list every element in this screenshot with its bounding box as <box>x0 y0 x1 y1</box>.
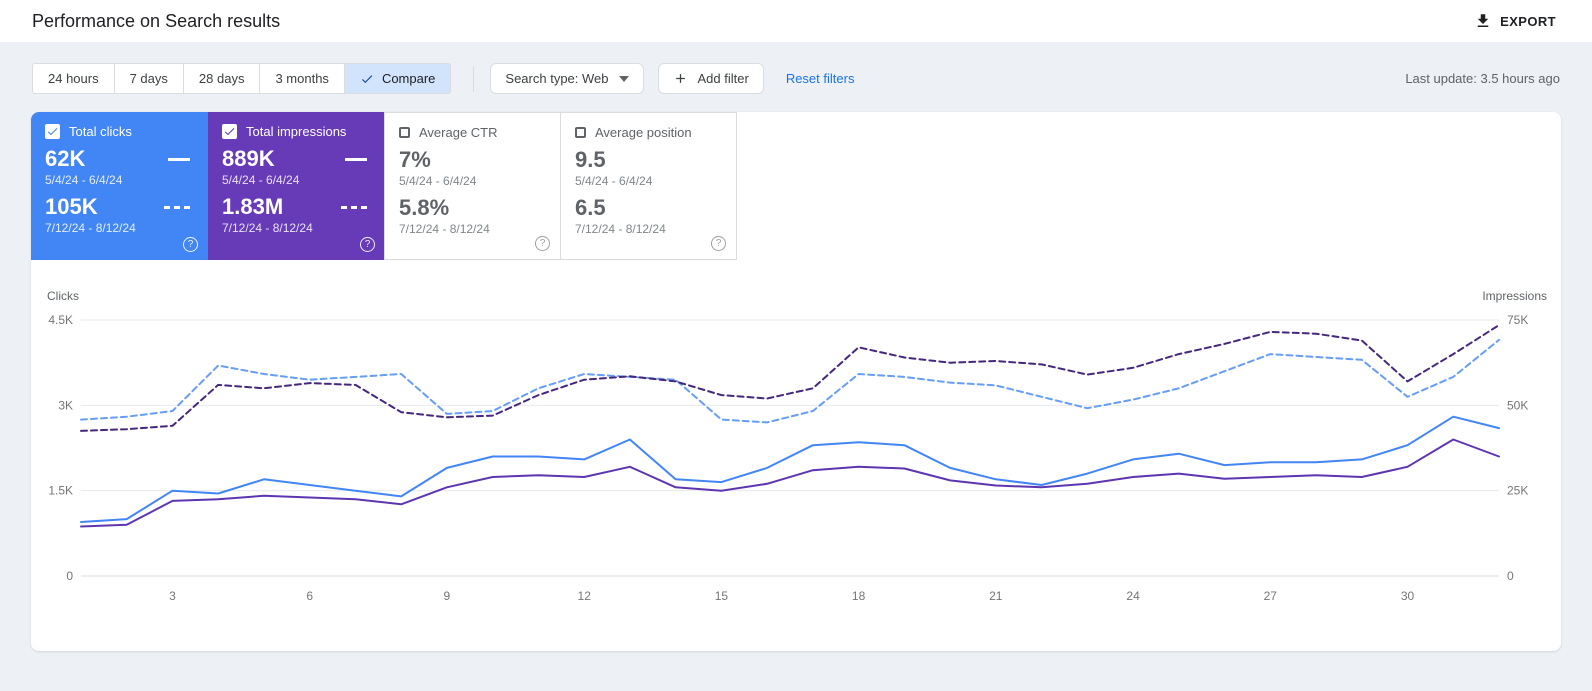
svg-text:1.5K: 1.5K <box>48 484 73 498</box>
checkbox-average-position[interactable] <box>575 127 586 138</box>
filter-bar: 24 hours 7 days 28 days 3 months Compare… <box>0 42 1592 112</box>
question-circle-icon[interactable] <box>360 237 375 252</box>
svg-text:15: 15 <box>715 589 729 603</box>
performance-chart[interactable]: 0 0 1.5K 25K 3K 50K 4.5K 75K Clicks Impressions 3 6… <box>31 260 1561 651</box>
search-type-dropdown[interactable]: Search type: Web <box>490 63 644 94</box>
solid-line-indicator <box>168 157 190 161</box>
page-title: Performance on Search results <box>32 10 281 31</box>
metric-value-period1: 7% <box>399 147 431 172</box>
svg-text:75K: 75K <box>1507 313 1528 327</box>
plus-icon <box>673 71 688 86</box>
metric-range-period1: 5/4/24 - 6/4/24 <box>222 173 300 187</box>
svg-text:21: 21 <box>989 589 1003 603</box>
metric-range-period1: 5/4/24 - 6/4/24 <box>575 174 653 188</box>
compare-label: Compare <box>381 71 436 86</box>
divider <box>473 65 475 92</box>
dashed-line-indicator <box>164 205 190 209</box>
metric-value-period2: 6.5 <box>575 195 606 220</box>
metric-range-period2: 7/12/24 - 8/12/24 <box>399 222 490 236</box>
metric-label: Average CTR <box>419 125 498 140</box>
svg-text:6: 6 <box>306 589 313 603</box>
svg-text:24: 24 <box>1126 589 1140 603</box>
svg-text:50K: 50K <box>1507 398 1528 412</box>
chart-canvas[interactable]: 0 0 1.5K 25K 3K 50K 4.5K 75K Clicks Impressions 3 6… <box>31 274 1561 634</box>
date-range-button-24-hours[interactable]: 24 hours <box>32 63 115 94</box>
metric-value-period2: 5.8% <box>399 195 450 220</box>
metric-value-period1: 9.5 <box>575 147 606 172</box>
metric-value-period2: 105K <box>45 194 98 219</box>
metric-range-period1: 5/4/24 - 6/4/24 <box>45 173 123 187</box>
svg-text:18: 18 <box>852 589 866 603</box>
metric-card-average-ctr[interactable]: Average CTR 7% 5/4/24 - 6/4/24 5.8% 7/12… <box>384 112 561 260</box>
svg-text:0: 0 <box>1507 569 1514 583</box>
svg-text:0: 0 <box>66 569 73 583</box>
date-range-button-7-days[interactable]: 7 days <box>113 63 184 94</box>
add-filter-label: Add filter <box>697 71 749 86</box>
metric-range-period2: 7/12/24 - 8/12/24 <box>222 221 313 235</box>
checkbox-total-impressions[interactable] <box>222 124 237 139</box>
metric-card-total-impressions[interactable]: Total impressions 889K 5/4/24 - 6/4/24 1… <box>208 112 385 260</box>
metric-label: Average position <box>595 125 692 140</box>
top-bar: Performance on Search results EXPORT <box>0 0 1592 42</box>
svg-text:4.5K: 4.5K <box>48 313 73 327</box>
add-filter-button[interactable]: Add filter <box>657 63 764 94</box>
svg-text:27: 27 <box>1264 589 1278 603</box>
metric-range-period2: 7/12/24 - 8/12/24 <box>575 222 666 236</box>
svg-text:3K: 3K <box>58 398 73 412</box>
svg-text:12: 12 <box>578 589 592 603</box>
chevron-down-icon <box>618 75 629 82</box>
solid-line-indicator <box>345 157 367 161</box>
reset-filters-link[interactable]: Reset filters <box>778 65 863 92</box>
metric-label: Total clicks <box>69 124 132 139</box>
metric-card-average-position[interactable]: Average position 9.5 5/4/24 - 6/4/24 6.5… <box>560 112 737 260</box>
metric-range-period1: 5/4/24 - 6/4/24 <box>399 174 477 188</box>
dashed-line-indicator <box>341 205 367 209</box>
check-icon <box>360 72 374 86</box>
search-type-label: Search type: Web <box>505 71 609 86</box>
metric-card-total-clicks[interactable]: Total clicks 62K 5/4/24 - 6/4/24 105K 7/… <box>31 112 208 260</box>
metric-cards: Total clicks 62K 5/4/24 - 6/4/24 105K 7/… <box>31 112 1561 260</box>
question-circle-icon[interactable] <box>535 236 550 251</box>
date-range-group: 24 hours 7 days 28 days 3 months Compare <box>32 63 452 94</box>
last-update-text: Last update: 3.5 hours ago <box>1405 71 1560 86</box>
compare-button[interactable]: Compare <box>343 63 452 94</box>
svg-text:Impressions: Impressions <box>1482 289 1547 303</box>
metric-value-period1: 62K <box>45 146 86 171</box>
question-circle-icon[interactable] <box>711 236 726 251</box>
metric-value-period2: 1.83M <box>222 194 284 219</box>
date-range-button-28-days[interactable]: 28 days <box>182 63 261 94</box>
date-range-button-3-months[interactable]: 3 months <box>259 63 345 94</box>
metric-range-period2: 7/12/24 - 8/12/24 <box>45 221 136 235</box>
metric-value-period1: 889K <box>222 146 275 171</box>
svg-text:3: 3 <box>169 589 176 603</box>
svg-text:25K: 25K <box>1507 484 1528 498</box>
performance-panel: Total clicks 62K 5/4/24 - 6/4/24 105K 7/… <box>31 112 1561 651</box>
svg-text:30: 30 <box>1401 589 1415 603</box>
download-icon <box>1474 12 1492 30</box>
question-circle-icon[interactable] <box>183 237 198 252</box>
checkbox-total-clicks[interactable] <box>45 124 60 139</box>
export-button[interactable]: EXPORT <box>1470 6 1560 36</box>
svg-text:9: 9 <box>444 589 451 603</box>
export-label: EXPORT <box>1500 13 1556 29</box>
checkbox-average-ctr[interactable] <box>399 127 410 138</box>
svg-text:Clicks: Clicks <box>47 289 79 303</box>
metric-label: Total impressions <box>246 124 347 139</box>
